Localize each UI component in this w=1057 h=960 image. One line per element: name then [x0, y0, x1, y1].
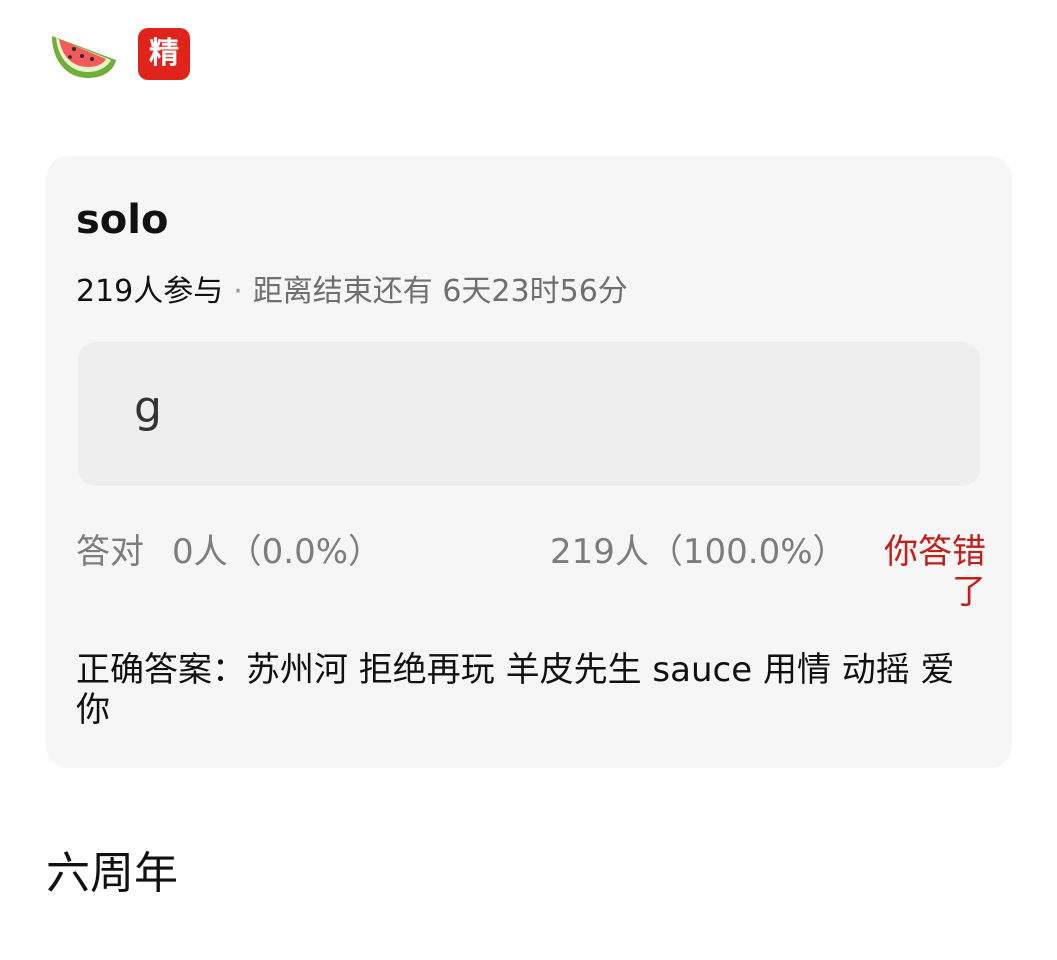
- quiz-meta: 219人参与 · 距离结束还有 6天23时56分: [76, 272, 628, 312]
- post-header-icons: 精: [48, 26, 190, 82]
- countdown-text: 距离结束还有 6天23时56分: [252, 274, 628, 309]
- answer-stats: 答对 0人（0.0%） 219人（100.0%） 你答错了: [76, 532, 986, 622]
- section-title: 六周年: [46, 848, 178, 899]
- correct-answer-text: 正确答案：苏州河 拒绝再玩 羊皮先生 sauce 用情 动摇 爱你: [76, 650, 955, 730]
- correct-label: 答对: [76, 532, 144, 572]
- correct-count: 0人（0.0%）: [172, 532, 383, 572]
- watermelon-icon: [52, 36, 116, 78]
- quiz-card[interactable]: solo 219人参与 · 距离结束还有 6天23时56分 g 答对 0人（0.0%…: [46, 156, 1012, 768]
- meta-separator: ·: [233, 274, 243, 309]
- participant-count: 219人参与: [76, 274, 224, 309]
- submitted-answer-box[interactable]: g: [78, 342, 980, 486]
- wrong-answer-note: 你答错了: [884, 532, 986, 612]
- featured-badge: 精: [138, 28, 190, 80]
- submitted-answer: g: [134, 382, 162, 433]
- wrong-count: 219人（100.0%）: [550, 532, 847, 572]
- quiz-title: solo: [76, 197, 169, 243]
